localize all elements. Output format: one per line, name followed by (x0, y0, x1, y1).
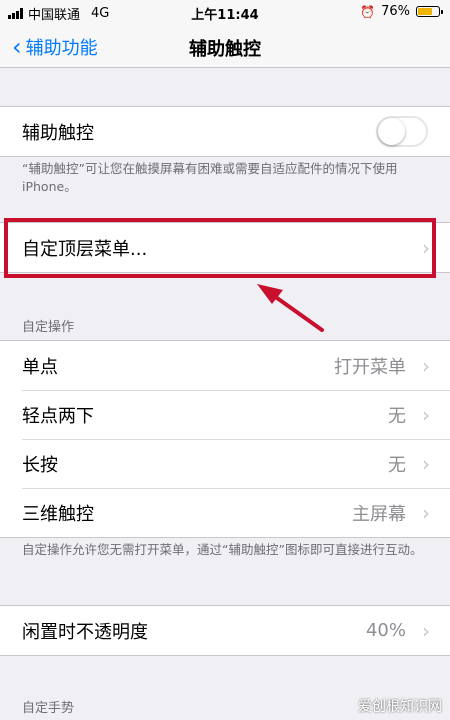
assistive-touch-toggle[interactable] (376, 116, 428, 147)
action-label: 三维触控 (22, 503, 94, 525)
assistive-touch-row: 辅助触控 (0, 107, 450, 156)
battery-percent: 76% (381, 4, 410, 19)
idle-opacity-row[interactable]: 闲置时不透明度 40% › (0, 606, 450, 655)
action-label: 单点 (22, 356, 58, 378)
page-title: 辅助触控 (189, 39, 261, 60)
action-label: 轻点两下 (22, 405, 94, 427)
action-row-long-press[interactable]: 长按 无 › (0, 439, 450, 488)
action-value: 无 (388, 405, 406, 427)
custom-gestures-header: 自定手势 (22, 701, 75, 716)
action-row-double-tap[interactable]: 轻点两下 无 › (0, 390, 450, 439)
chevron-right-icon: › (422, 402, 430, 427)
highlight-box (4, 218, 436, 278)
action-value: 打开菜单 (334, 356, 406, 378)
arrow-head (257, 284, 283, 304)
custom-actions-footnote: 自定操作允许您无需打开菜单，通过“辅助触控”图标即可直接进行互动。 (22, 542, 423, 557)
battery-fill (418, 8, 433, 15)
chevron-right-icon: › (422, 618, 430, 643)
status-right: ⏰ 76% (360, 4, 443, 19)
assistive-touch-footnote: “辅助触控”可让您在触摸屏幕有困难或需要自适应配件的情况下使用 iPhone。 (22, 161, 398, 194)
idle-opacity-group: 闲置时不透明度 40% › (0, 605, 450, 656)
nav-bar: ‹ 辅助功能 辅助触控 (0, 24, 450, 68)
chevron-right-icon: › (422, 353, 430, 378)
action-value: 无 (388, 454, 406, 476)
action-value: 主屏幕 (352, 503, 406, 525)
alarm-icon: ⏰ (360, 4, 376, 19)
idle-opacity-label: 闲置时不透明度 (22, 621, 148, 643)
custom-actions-group: 单点 打开菜单 › 轻点两下 无 › 长按 无 › 三维触控 主屏幕 › (0, 340, 450, 538)
assistive-touch-group: 辅助触控 (0, 106, 450, 157)
action-row-3d-touch[interactable]: 三维触控 主屏幕 › (0, 488, 450, 537)
idle-opacity-value: 40% (365, 620, 406, 641)
status-bar: 中国联通 4G 上午11:44 ⏰ 76% (0, 0, 450, 24)
watermark: 爱创根知识网 (358, 699, 442, 715)
chevron-right-icon: › (422, 500, 430, 525)
action-label: 长按 (22, 454, 58, 476)
action-row-single-tap[interactable]: 单点 打开菜单 › (0, 341, 450, 390)
assistive-touch-label: 辅助触控 (22, 122, 94, 144)
battery-icon (416, 6, 443, 17)
arrow-shaft (268, 291, 324, 332)
chevron-right-icon: › (422, 451, 430, 476)
custom-actions-header: 自定操作 (22, 320, 75, 335)
toggle-knob (378, 118, 405, 145)
